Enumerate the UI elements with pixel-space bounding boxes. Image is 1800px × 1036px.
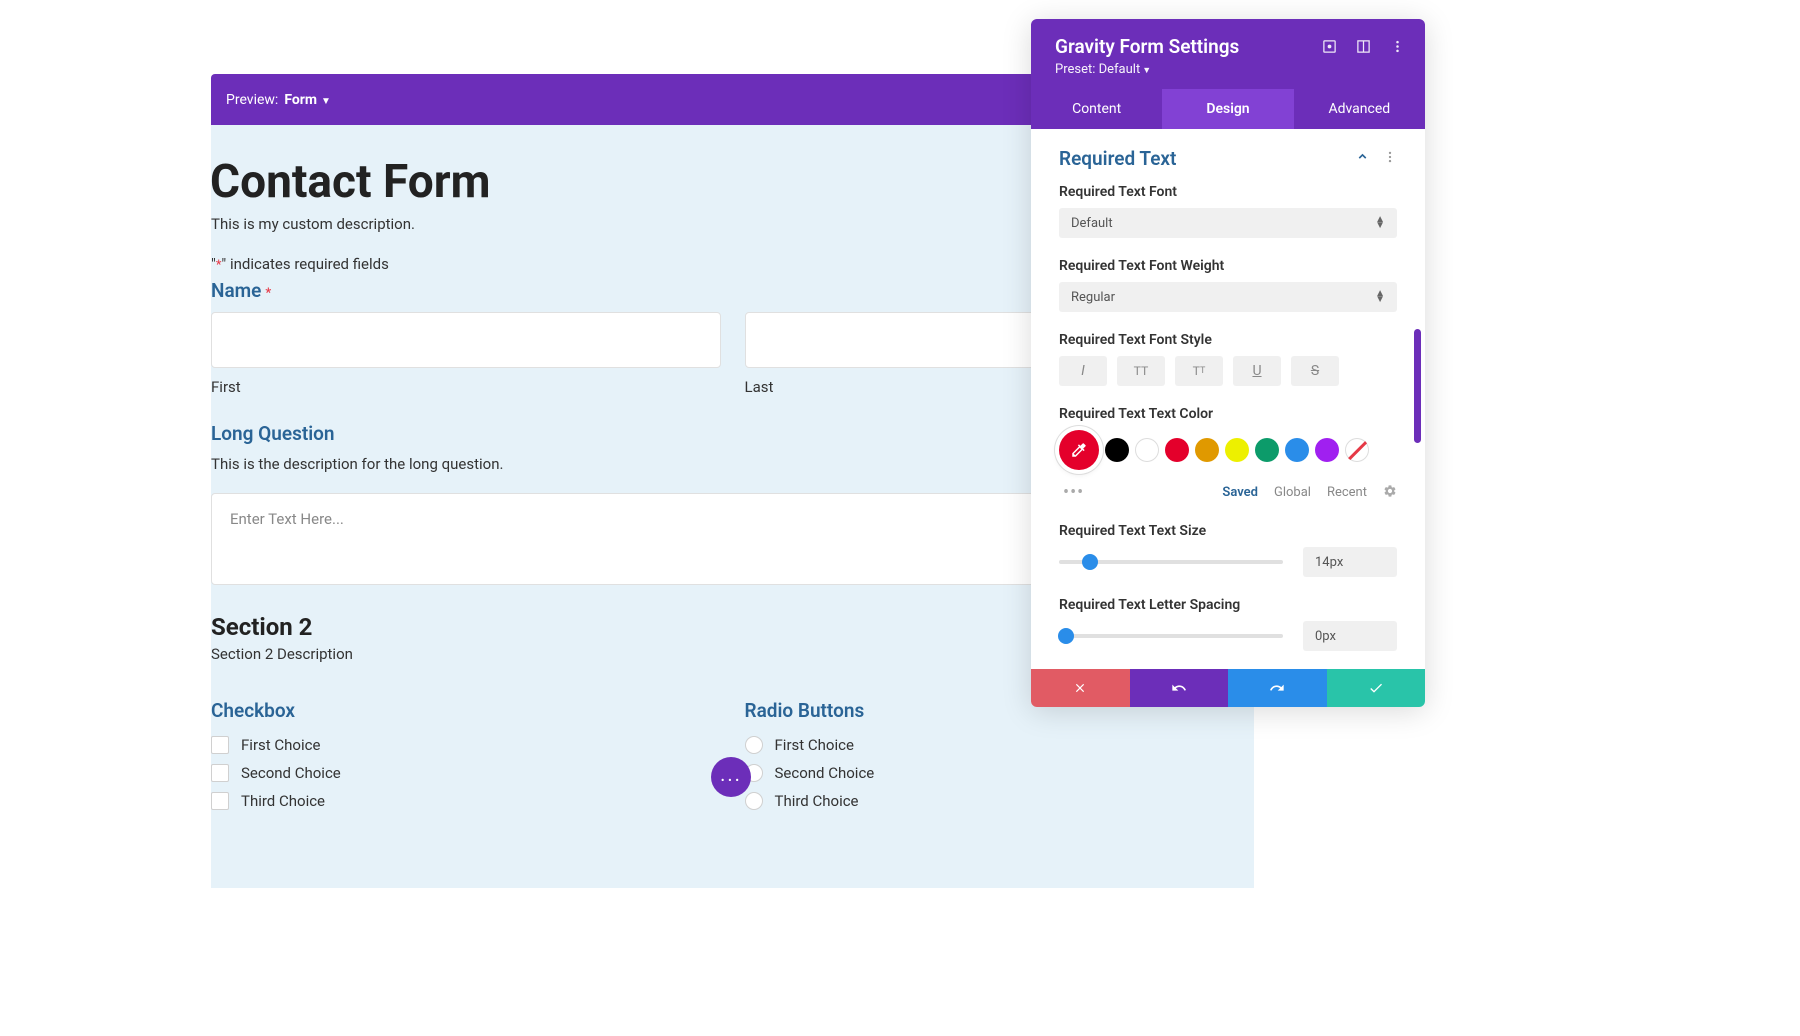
weight-label: Required Text Font Weight (1059, 258, 1397, 274)
spacing-value-input[interactable]: 0px (1303, 621, 1397, 651)
radio-item[interactable]: Second Choice (745, 764, 1255, 782)
checkbox-icon (211, 764, 229, 782)
font-select[interactable]: Default ▲▼ (1059, 208, 1397, 238)
checkbox-group-label: Checkbox (211, 699, 721, 722)
color-swatch-white[interactable] (1135, 438, 1159, 462)
color-swatch-yellow[interactable] (1225, 438, 1249, 462)
tab-content[interactable]: Content (1031, 89, 1162, 129)
check-icon (1368, 680, 1384, 696)
weight-select[interactable]: Regular ▲▼ (1059, 282, 1397, 312)
panel-title: Gravity Form Settings (1055, 35, 1239, 58)
checkbox-item[interactable]: Second Choice (211, 764, 721, 782)
dots-icon: ... (720, 762, 742, 786)
undo-button[interactable] (1130, 669, 1229, 707)
size-slider[interactable] (1059, 560, 1283, 564)
slider-thumb[interactable] (1058, 628, 1074, 644)
smallcaps-button[interactable]: TT (1175, 356, 1223, 386)
close-icon (1073, 681, 1087, 695)
more-vert-icon[interactable] (1383, 149, 1397, 168)
color-tab-global[interactable]: Global (1274, 485, 1311, 500)
eyedropper-icon (1070, 441, 1088, 459)
italic-button[interactable]: I (1059, 356, 1107, 386)
underline-button[interactable]: U (1233, 356, 1281, 386)
panel-tabs: Content Design Advanced (1031, 89, 1425, 129)
scrollbar-thumb[interactable] (1414, 329, 1421, 443)
caret-down-icon: ▼ (1142, 66, 1151, 76)
first-name-input[interactable] (211, 312, 721, 368)
layout-icon[interactable] (1355, 39, 1371, 55)
spacing-label: Required Text Letter Spacing (1059, 597, 1397, 613)
color-swatch-red[interactable] (1165, 438, 1189, 462)
color-tab-saved[interactable]: Saved (1222, 485, 1258, 500)
select-arrows-icon: ▲▼ (1375, 291, 1385, 303)
more-colors-button[interactable]: ••• (1059, 482, 1088, 503)
panel-body: Required Text Required Text Font Default… (1031, 129, 1425, 669)
tab-design[interactable]: Design (1162, 89, 1293, 129)
checkbox-icon (211, 736, 229, 754)
redo-button[interactable] (1228, 669, 1327, 707)
font-label: Required Text Font (1059, 184, 1397, 200)
color-label: Required Text Text Color (1059, 406, 1397, 422)
spacing-slider[interactable] (1059, 634, 1283, 638)
section-required-text-header[interactable]: Required Text (1031, 129, 1425, 184)
color-picker-button[interactable] (1059, 430, 1099, 470)
focus-icon[interactable] (1321, 39, 1337, 55)
panel-header: Gravity Form Settings Preset: Default▼ (1031, 19, 1425, 89)
checkbox-item[interactable]: First Choice (211, 736, 721, 754)
save-button[interactable] (1327, 669, 1426, 707)
more-vert-icon[interactable] (1389, 39, 1405, 55)
preview-form-dropdown[interactable]: Form▼ (284, 92, 331, 108)
select-arrows-icon: ▲▼ (1375, 217, 1385, 229)
color-swatch-orange[interactable] (1195, 438, 1219, 462)
radio-icon (745, 736, 763, 754)
uppercase-button[interactable]: TT (1117, 356, 1165, 386)
tab-advanced[interactable]: Advanced (1294, 89, 1425, 129)
settings-panel: Gravity Form Settings Preset: Default▼ C… (1031, 19, 1425, 707)
color-tab-recent[interactable]: Recent (1327, 485, 1367, 500)
checkbox-icon (211, 792, 229, 810)
panel-footer (1031, 669, 1425, 707)
cancel-button[interactable] (1031, 669, 1130, 707)
undo-icon (1171, 680, 1187, 696)
caret-down-icon: ▼ (321, 96, 331, 107)
fab-more-button[interactable]: ... (711, 757, 751, 797)
radio-item[interactable]: Third Choice (745, 792, 1255, 810)
size-label: Required Text Text Size (1059, 523, 1397, 539)
chevron-up-icon (1356, 150, 1369, 167)
radio-icon (745, 792, 763, 810)
required-asterisk: * (265, 286, 271, 301)
redo-icon (1269, 680, 1285, 696)
color-swatch-purple[interactable] (1315, 438, 1339, 462)
color-swatch-blue[interactable] (1285, 438, 1309, 462)
strikethrough-button[interactable]: S (1291, 356, 1339, 386)
style-label: Required Text Font Style (1059, 332, 1397, 348)
size-value-input[interactable]: 14px (1303, 547, 1397, 577)
preview-label: Preview: (226, 92, 278, 108)
color-swatch-green[interactable] (1255, 438, 1279, 462)
checkbox-item[interactable]: Third Choice (211, 792, 721, 810)
gear-icon[interactable] (1383, 484, 1397, 502)
color-swatch-none[interactable] (1345, 438, 1369, 462)
first-name-sublabel: First (211, 378, 721, 396)
radio-item[interactable]: First Choice (745, 736, 1255, 754)
color-swatch-black[interactable] (1105, 438, 1129, 462)
preset-dropdown[interactable]: Preset: Default▼ (1055, 62, 1405, 77)
slider-thumb[interactable] (1082, 554, 1098, 570)
